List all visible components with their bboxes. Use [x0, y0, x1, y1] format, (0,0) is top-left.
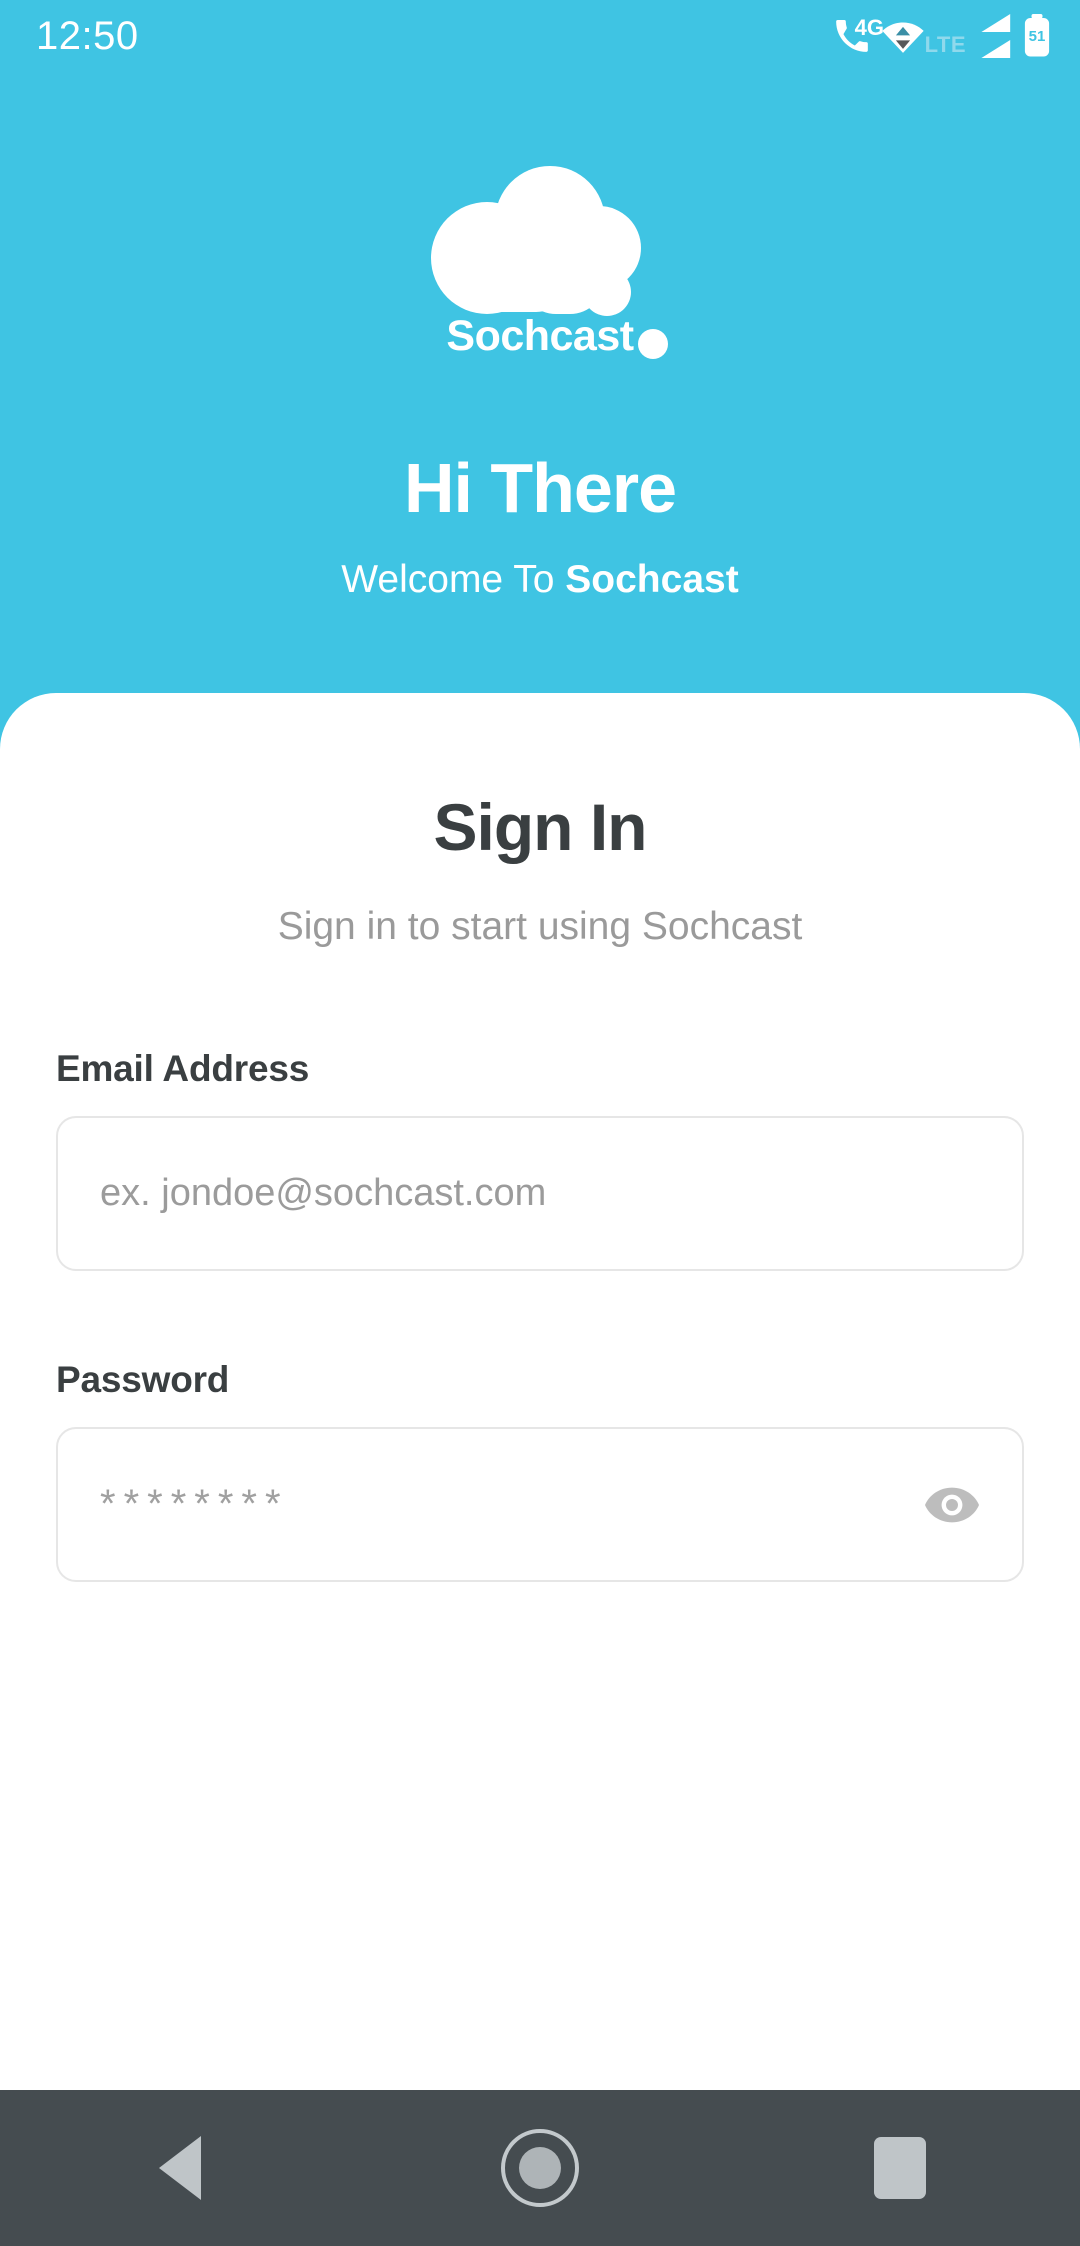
email-label: Email Address — [56, 1048, 310, 1089]
greeting-title: Hi There — [403, 449, 677, 527]
email-field-group: Email Address ex. jondoe@sochcast.com — [56, 1048, 1024, 1271]
app-logo: Sochcast — [0, 160, 1080, 361]
nav-back-button[interactable] — [80, 2090, 280, 2246]
welcome-brand: Sochcast — [565, 558, 739, 601]
back-triangle-icon — [159, 2136, 201, 2200]
password-field-group: Password ******** — [56, 1359, 1024, 1582]
thought-cloud-icon — [425, 160, 655, 320]
password-label: Password — [56, 1359, 230, 1400]
email-input[interactable]: ex. jondoe@sochcast.com — [56, 1116, 1024, 1271]
nav-home-button[interactable] — [440, 2090, 640, 2246]
welcome-prefix: Welcome To — [341, 558, 566, 601]
home-dot-icon — [519, 2147, 561, 2189]
signin-card: Sign In Sign in to start using Sochcast … — [0, 693, 1080, 2214]
phone-screen: 12:50 4G LTE 51 Sochcast Hi There Welcom… — [0, 0, 1080, 2246]
android-navigation-bar — [0, 2090, 1080, 2246]
eye-icon[interactable] — [924, 1485, 980, 1525]
nav-recents-button[interactable] — [800, 2090, 1000, 2246]
welcome-subtitle: Welcome To Sochcast — [0, 558, 1080, 602]
password-placeholder: ******** — [100, 1482, 289, 1526]
logo-wordmark: Sochcast — [446, 312, 668, 361]
password-input[interactable]: ******** — [56, 1427, 1024, 1582]
recents-square-icon — [874, 2137, 926, 2199]
hero-header: Sochcast Hi There Welcome To Sochcast — [0, 0, 1080, 740]
page-subtitle: Sign in to start using Sochcast — [277, 905, 803, 948]
home-circle-icon — [501, 2129, 579, 2207]
email-placeholder: ex. jondoe@sochcast.com — [100, 1172, 547, 1214]
logo-bubble-dot-icon — [637, 329, 668, 359]
page-title: Sign In — [433, 790, 648, 864]
logo-wordmark-text: Sochcast — [446, 312, 634, 360]
